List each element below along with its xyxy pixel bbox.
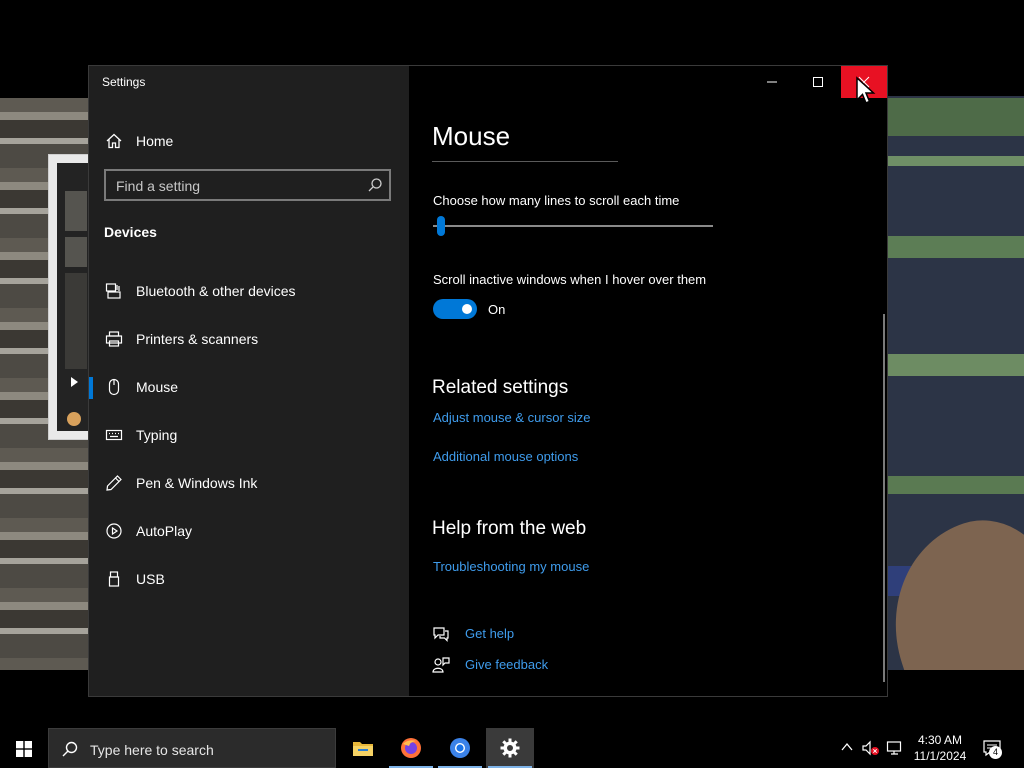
home-label: Home (136, 133, 174, 149)
nav-item-pen[interactable]: Pen & Windows Ink (89, 463, 409, 503)
taskbar-firefox[interactable] (387, 728, 435, 768)
start-button[interactable] (0, 728, 48, 768)
clock-time: 4:30 AM (917, 733, 963, 747)
avatar (67, 412, 81, 426)
background-window-preview (48, 154, 90, 440)
slider-thumb[interactable] (437, 216, 445, 236)
network-icon (886, 741, 902, 755)
nav-item-label: USB (136, 571, 165, 587)
adjust-cursor-size-link[interactable]: Adjust mouse & cursor size (433, 410, 591, 425)
taskbar-chrome[interactable] (436, 728, 484, 768)
search-icon[interactable] (367, 177, 383, 198)
bluetooth-devices-icon (105, 282, 123, 300)
slider-track (433, 225, 713, 227)
maximize-button[interactable] (795, 66, 841, 98)
toggle-knob (462, 304, 472, 314)
desktop-background-right (888, 96, 1024, 670)
scroll-lines-slider[interactable] (433, 214, 713, 238)
related-settings-heading: Related settings (432, 377, 569, 398)
nav-item-printers[interactable]: Printers & scanners (89, 319, 409, 359)
give-feedback-icon (432, 656, 450, 674)
mouse-icon (105, 378, 123, 396)
taskbar-search-input[interactable] (88, 739, 322, 761)
home-nav-item[interactable]: Home (89, 126, 409, 158)
content-scrollbar[interactable] (883, 314, 885, 682)
additional-mouse-options-link[interactable]: Additional mouse options (433, 449, 578, 464)
clock-date: 11/1/2024 (913, 749, 967, 763)
app-title: Settings (102, 75, 146, 89)
nav-item-typing[interactable]: Typing (89, 415, 409, 455)
page-title: Mouse (432, 121, 511, 151)
mouse-cursor-icon (855, 76, 877, 111)
pen-icon (105, 474, 123, 492)
minimize-icon (767, 81, 777, 83)
get-help-link[interactable]: Get help (465, 626, 514, 641)
nav-item-label: Printers & scanners (136, 331, 259, 347)
chevron-up-icon (841, 742, 853, 751)
find-setting-search[interactable] (104, 169, 391, 201)
nav-item-bluetooth[interactable]: Bluetooth & other devices (89, 271, 409, 311)
help-from-web-heading: Help from the web (432, 518, 587, 539)
home-icon (105, 132, 123, 155)
toggle-state-text: On (488, 302, 506, 317)
taskbar-settings[interactable] (486, 728, 534, 768)
autoplay-icon (105, 522, 123, 540)
settings-icon (500, 738, 520, 758)
nav-item-label: Pen & Windows Ink (136, 475, 258, 491)
taskbar: 4:30 AM 11/1/2024 4 (0, 728, 1024, 768)
chrome-icon (450, 738, 470, 758)
usb-icon (105, 570, 123, 588)
firefox-icon (401, 738, 421, 758)
action-center-button[interactable]: 4 (982, 738, 1002, 763)
inactive-scroll-toggle[interactable] (433, 299, 477, 319)
taskbar-search[interactable] (48, 728, 336, 768)
sidebar: Settings Home Devices (89, 66, 409, 696)
section-label-devices: Devices (104, 224, 157, 240)
maximize-icon (813, 77, 823, 87)
get-help-icon (432, 625, 450, 643)
inactive-scroll-label: Scroll inactive windows when I hover ove… (433, 272, 707, 287)
title-underline (432, 161, 618, 162)
volume-muted-icon (862, 740, 879, 756)
nav-item-autoplay[interactable]: AutoPlay (89, 511, 409, 551)
nav-item-label: AutoPlay (136, 523, 193, 539)
windows-logo-icon (16, 741, 32, 757)
nav-item-mouse[interactable]: Mouse (89, 367, 409, 407)
printer-icon (105, 330, 123, 348)
minimize-button[interactable] (749, 66, 795, 98)
troubleshooting-mouse-link[interactable]: Troubleshooting my mouse (433, 559, 589, 574)
file-explorer-icon (353, 742, 373, 756)
content-pane: Mouse Choose how many lines to scroll ea… (409, 66, 887, 696)
settings-window: Settings Home Devices (88, 65, 888, 697)
search-icon (61, 740, 79, 763)
show-hidden-icons-button[interactable] (840, 740, 854, 759)
volume-button[interactable] (862, 740, 880, 761)
nav-item-label: Typing (136, 427, 178, 443)
keyboard-icon (105, 426, 123, 444)
network-button[interactable] (886, 740, 904, 761)
notification-count-badge: 4 (989, 746, 1002, 759)
taskbar-file-explorer[interactable] (339, 728, 387, 768)
find-setting-input[interactable] (114, 175, 358, 197)
taskbar-clock[interactable]: 4:30 AM 11/1/2024 (906, 732, 974, 764)
play-icon (71, 377, 78, 387)
scroll-lines-label: Choose how many lines to scroll each tim… (433, 193, 680, 208)
nav-item-usb[interactable]: USB (89, 559, 409, 599)
nav-item-label: Mouse (136, 379, 179, 395)
nav-item-label: Bluetooth & other devices (136, 283, 296, 299)
give-feedback-link[interactable]: Give feedback (465, 657, 548, 672)
